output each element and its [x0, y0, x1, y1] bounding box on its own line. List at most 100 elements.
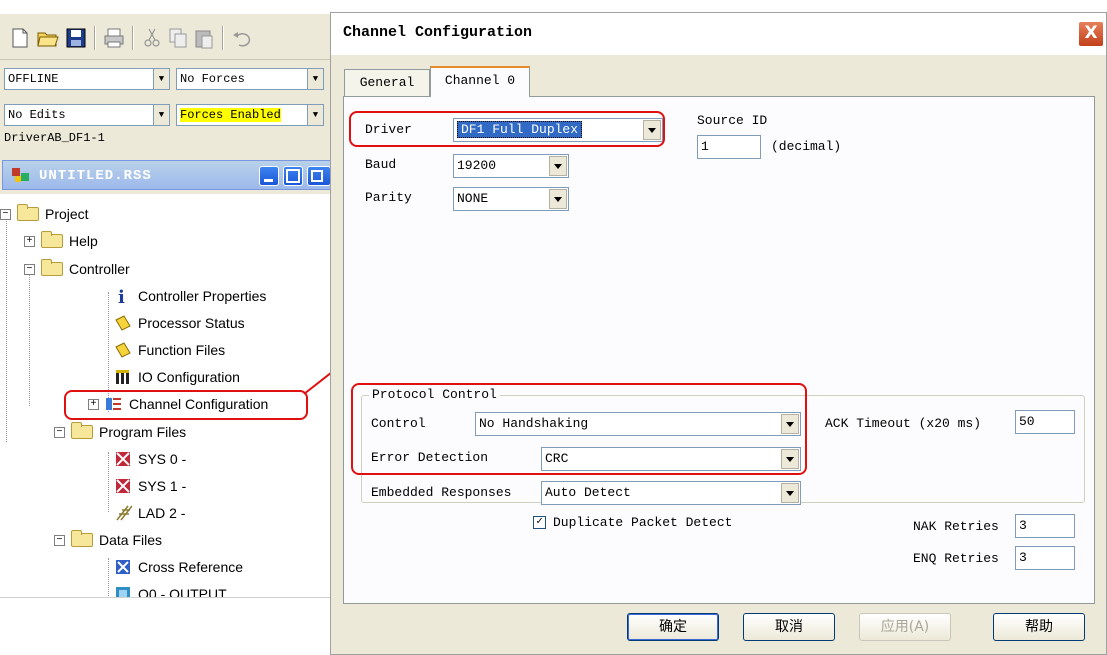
highlight-annotation: [349, 111, 665, 147]
tree-item-program-files[interactable]: − Program Files: [54, 422, 186, 442]
dropdown-arrow-icon[interactable]: ▼: [153, 105, 169, 125]
edits-select[interactable]: No Edits ▼: [4, 104, 170, 126]
enq-retries-label: ENQ Retries: [913, 551, 999, 566]
main-application-window: OFFLINE ▼ No Forces ▼ No Edits ▼ Forces …: [0, 0, 334, 655]
tree-item-data-files[interactable]: − Data Files: [54, 530, 162, 550]
tree-item-io-configuration[interactable]: IO Configuration: [114, 367, 240, 387]
dialog-titlebar[interactable]: Channel Configuration X: [331, 13, 1106, 55]
tree-item-label: Cross Reference: [138, 559, 244, 575]
tab-channel-0[interactable]: Channel 0: [430, 66, 530, 97]
tree-item-label: SYS 1 -: [138, 478, 187, 494]
tree-item-sys0[interactable]: SYS 0 -: [114, 449, 186, 469]
tree-item-label: IO Configuration: [138, 369, 240, 385]
ack-timeout-input[interactable]: 50: [1015, 410, 1075, 434]
embedded-responses-select[interactable]: Auto Detect: [541, 481, 801, 505]
minimize-button[interactable]: [259, 166, 279, 186]
active-driver-label: DriverAB_DF1-1: [4, 131, 105, 145]
tree-item-label: LAD 2 -: [138, 505, 186, 521]
new-file-icon[interactable]: [8, 26, 32, 50]
tree-item-help[interactable]: + Help: [24, 231, 98, 251]
tree-item-label: SYS 0 -: [138, 451, 187, 467]
nak-retries-input[interactable]: 3: [1015, 514, 1075, 538]
parity-select-value: NONE: [457, 191, 489, 206]
tab-general[interactable]: General: [344, 69, 430, 97]
apply-button[interactable]: 应用(A): [859, 613, 951, 641]
dropdown-arrow-icon[interactable]: [781, 483, 799, 503]
system-file-icon: [114, 450, 132, 468]
project-window-titlebar: UNTITLED.RSS: [0, 156, 334, 194]
dropdown-arrow-icon[interactable]: [549, 189, 567, 209]
folder-icon: [41, 259, 63, 276]
tree-item-project[interactable]: − Project: [0, 204, 89, 224]
save-icon[interactable]: [64, 26, 88, 50]
open-folder-icon[interactable]: [36, 26, 60, 50]
dropdown-arrow-icon[interactable]: [549, 156, 567, 176]
expand-icon[interactable]: +: [24, 235, 35, 247]
tree-item-function-files[interactable]: Function Files: [114, 340, 225, 360]
embedded-responses-select-value: Auto Detect: [545, 485, 631, 500]
tree-item-controller[interactable]: − Controller: [24, 259, 130, 279]
cancel-button[interactable]: 取消: [743, 613, 835, 641]
tree-item-processor-status[interactable]: Processor Status: [114, 313, 245, 333]
print-icon[interactable]: [102, 26, 126, 50]
forces-select-value: No Forces: [180, 72, 245, 86]
tree-scroll-area: [0, 597, 334, 655]
system-file-icon: [114, 477, 132, 495]
mode-select-value: OFFLINE: [8, 72, 59, 86]
tree-item-label: Controller Properties: [138, 288, 267, 304]
tree-item-cross-reference[interactable]: Cross Reference: [114, 557, 243, 577]
forces-enabled-select[interactable]: Forces Enabled ▼: [176, 104, 324, 126]
folder-icon: [71, 422, 93, 439]
project-icon: [11, 165, 31, 189]
parity-select[interactable]: NONE: [453, 187, 569, 211]
cut-icon[interactable]: [140, 26, 164, 50]
tree-connector: [29, 266, 30, 406]
project-titlebar-bg: UNTITLED.RSS: [2, 160, 332, 190]
toolbar-separator: [222, 26, 224, 50]
tree-item-lad2[interactable]: LAD 2 -: [114, 503, 185, 523]
tree-connector: [108, 558, 109, 598]
dropdown-arrow-icon[interactable]: ▼: [153, 69, 169, 89]
nak-retries-label: NAK Retries: [913, 519, 999, 534]
data-table-icon: [114, 314, 132, 332]
source-id-input[interactable]: 1: [697, 135, 761, 159]
tree-item-sys1[interactable]: SYS 1 -: [114, 476, 186, 496]
tree-item-label: Help: [69, 233, 98, 249]
baud-label: Baud: [365, 157, 397, 172]
duplicate-packet-checkbox[interactable]: ✓: [533, 516, 546, 529]
tree-item-label: Project: [45, 206, 89, 222]
dropdown-arrow-icon[interactable]: ▼: [307, 69, 323, 89]
folder-icon: [41, 231, 63, 248]
io-module-icon: [114, 368, 132, 386]
enq-retries-input[interactable]: 3: [1015, 546, 1075, 570]
copy-icon[interactable]: [166, 26, 190, 50]
main-toolbar: [0, 14, 334, 60]
channel-configuration-dialog: Channel Configuration X General Channel …: [330, 12, 1107, 655]
dialog-title: Channel Configuration: [343, 24, 533, 41]
tree-connector: [6, 212, 7, 442]
ok-button[interactable]: 确定: [627, 613, 719, 641]
source-id-label: Source ID: [697, 113, 768, 128]
collapse-icon[interactable]: −: [54, 426, 65, 438]
maximize-button[interactable]: [283, 166, 303, 186]
close-button[interactable]: X: [1078, 21, 1104, 47]
highlight-annotation: [351, 383, 807, 475]
restore-button[interactable]: [307, 166, 331, 186]
edits-select-value: No Edits: [8, 108, 66, 122]
tree-item-controller-properties[interactable]: i Controller Properties: [114, 286, 267, 308]
data-table-icon: [114, 341, 132, 359]
help-button[interactable]: 帮助: [993, 613, 1085, 641]
project-title: UNTITLED.RSS: [39, 168, 152, 184]
mode-select[interactable]: OFFLINE ▼: [4, 68, 170, 90]
collapse-icon[interactable]: −: [0, 208, 11, 220]
cross-reference-icon: [114, 558, 132, 576]
undo-icon[interactable]: [230, 26, 254, 50]
forces-select[interactable]: No Forces ▼: [176, 68, 324, 90]
tree-item-label: Program Files: [99, 424, 187, 440]
collapse-icon[interactable]: −: [24, 263, 35, 275]
collapse-icon[interactable]: −: [54, 534, 65, 546]
dropdown-arrow-icon[interactable]: ▼: [307, 105, 323, 125]
toolbar-separator: [132, 26, 134, 50]
paste-icon[interactable]: [192, 26, 216, 50]
baud-select[interactable]: 19200: [453, 154, 569, 178]
